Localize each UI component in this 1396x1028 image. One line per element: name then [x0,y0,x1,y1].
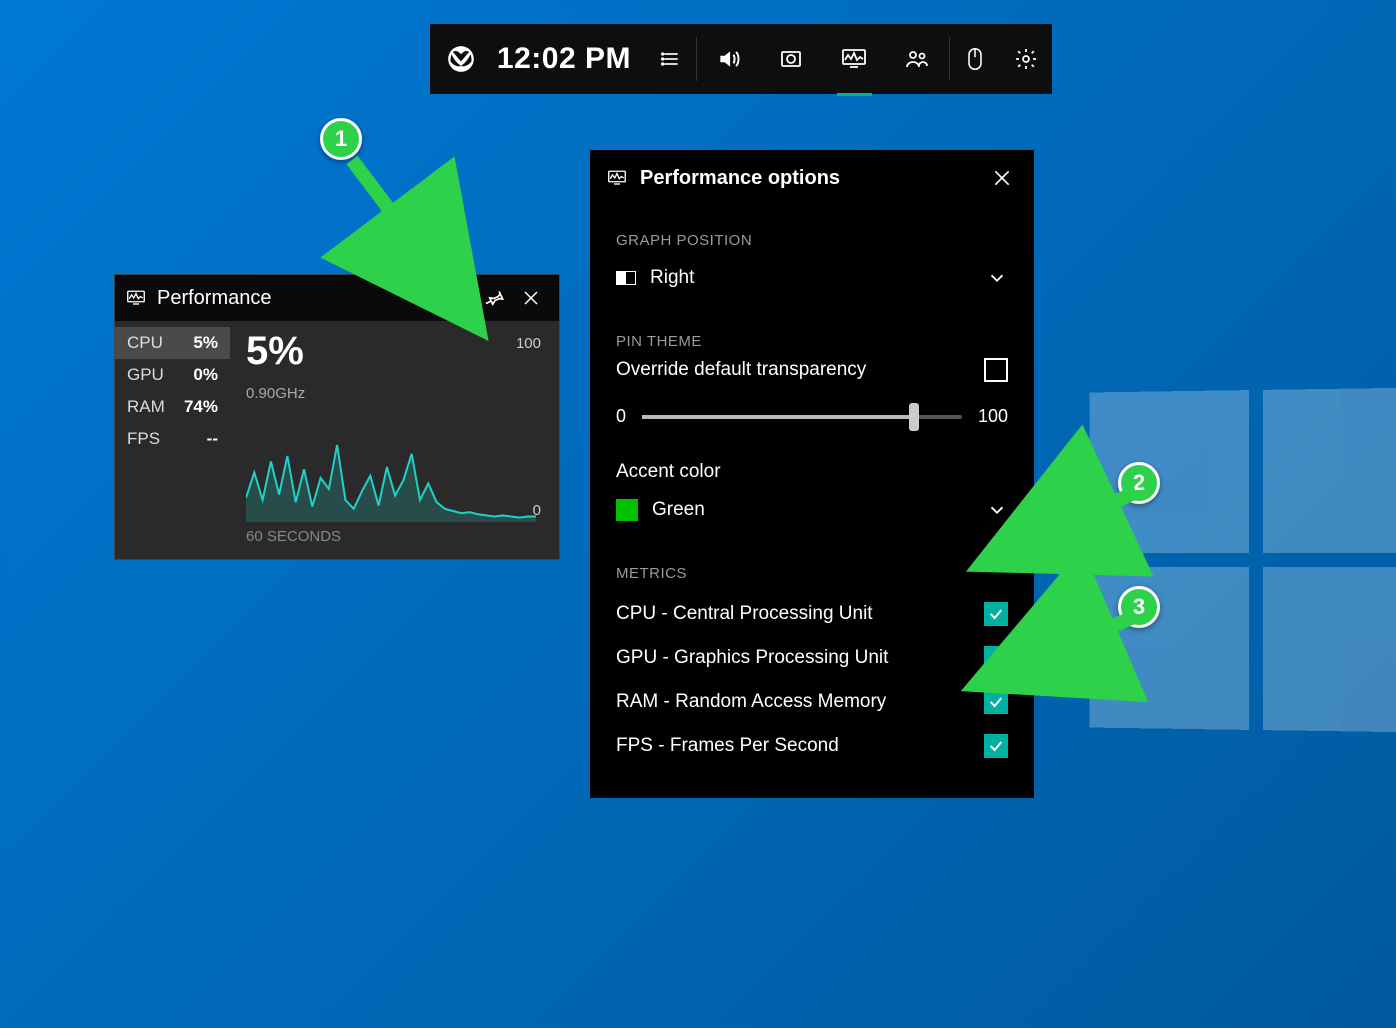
monitor-icon [606,169,628,187]
metric-fps[interactable]: FPS -- [115,423,230,455]
chart-y-max: 100 [516,335,541,352]
widgets-menu-icon[interactable] [645,24,696,94]
slider-max: 100 [978,406,1008,427]
override-transparency-checkbox[interactable] [984,358,1008,382]
xbox-icon[interactable] [430,24,493,94]
chart-main-value: 5% [246,331,541,371]
audio-icon[interactable] [697,24,760,94]
chart-y-min: 0 [533,502,541,519]
xbox-game-bar: 12:02 PM [430,24,1052,94]
chart-x-label: 60 SECONDS [246,528,541,545]
monitor-icon [125,289,147,307]
metric-ram[interactable]: RAM 74% [115,391,230,423]
options-header: Performance options [590,150,1034,206]
capture-icon[interactable] [760,24,823,94]
metric-gpu[interactable]: GPU 0% [115,359,230,391]
metric-option-gpu[interactable]: GPU - Graphics Processing Unit [616,646,1008,670]
windows-logo [1089,387,1396,732]
graph-position-label: GRAPH POSITION [616,232,1008,249]
checkbox-ram[interactable] [984,690,1008,714]
options-title: Performance options [640,167,986,190]
performance-title: Performance [157,287,441,310]
chart-area: 5% 100 0.90GHz 0 60 SECONDS [230,321,559,559]
performance-titlebar[interactable]: Performance [115,275,559,321]
usage-chart [246,412,536,522]
checkbox-cpu[interactable] [984,602,1008,626]
xbox-social-icon[interactable] [886,24,949,94]
transparency-slider[interactable]: 0 100 [616,406,1008,427]
chevron-down-icon [986,267,1008,289]
metric-cpu[interactable]: CPU 5% [115,327,230,359]
metric-option-fps[interactable]: FPS - Frames Per Second [616,734,1008,758]
settings-gear-icon[interactable] [1001,24,1052,94]
clock-time: 12:02 PM [493,42,645,76]
position-swatch-icon [616,271,636,285]
chart-clock-speed: 0.90GHz [246,385,541,402]
override-transparency-label: Override default transparency [616,359,984,381]
performance-widget: Performance CPU 5% GPU 0% RAM 74% [114,274,560,560]
metric-option-cpu[interactable]: CPU - Central Processing Unit [616,602,1008,626]
checkbox-fps[interactable] [984,734,1008,758]
chevron-down-icon [986,499,1008,521]
metrics-list: CPU 5% GPU 0% RAM 74% FPS -- [115,321,230,559]
metrics-section-label: METRICS [616,565,1008,582]
performance-options-panel: Performance options GRAPH POSITION Right… [590,150,1034,798]
callout-1: 1 [320,118,362,160]
close-button[interactable] [986,162,1018,194]
metric-option-ram[interactable]: RAM - Random Access Memory [616,690,1008,714]
graph-position-select[interactable]: Right [616,257,1008,299]
accent-color-select[interactable]: Green [616,489,1008,531]
close-button[interactable] [513,280,549,316]
performance-icon[interactable] [823,24,886,94]
pin-button[interactable] [477,280,513,316]
widget-settings-button[interactable] [441,280,477,316]
accent-color-swatch [616,499,638,521]
mouse-icon[interactable] [950,24,1001,94]
checkbox-gpu[interactable] [984,646,1008,670]
slider-min: 0 [616,406,626,427]
pin-theme-label: PIN THEME [616,333,1008,350]
slider-track[interactable] [642,415,962,419]
accent-color-label: Accent color [616,461,1008,483]
